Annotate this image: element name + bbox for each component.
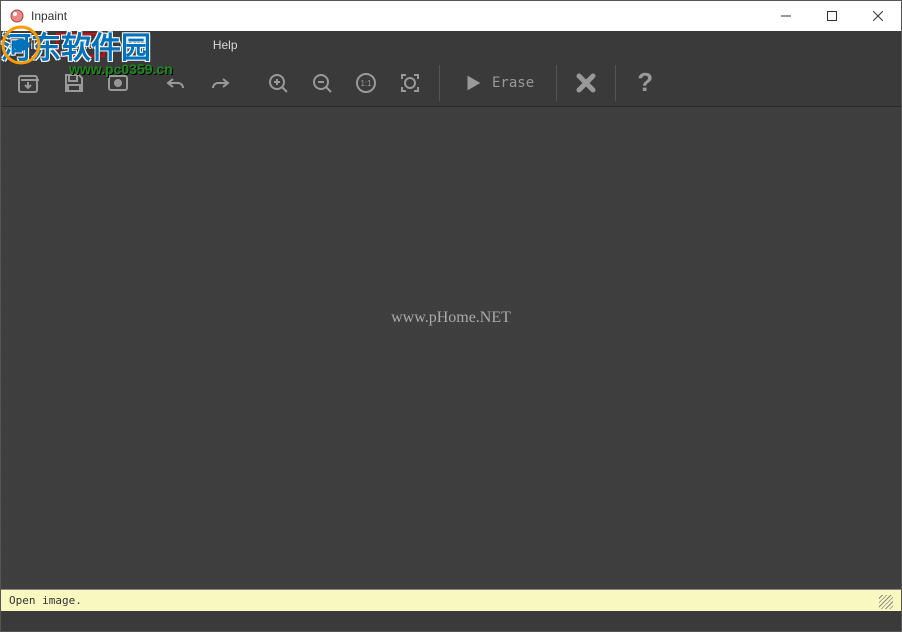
svg-text:1:1: 1:1	[360, 79, 372, 88]
minimize-button[interactable]	[763, 1, 809, 31]
statusbar: Open image.	[1, 589, 901, 611]
canvas-area[interactable]: www.pHome.NET	[1, 107, 901, 589]
save-button[interactable]	[53, 63, 95, 103]
toolbar-separator	[439, 65, 440, 101]
undo-button[interactable]	[155, 63, 197, 103]
zoom-fit-button[interactable]	[389, 63, 431, 103]
preview-button[interactable]	[97, 63, 139, 103]
erase-button[interactable]: Erase	[448, 63, 548, 103]
menubar: 河东软件园 www.pc0359.cn File Edit View Help	[1, 31, 901, 59]
titlebar: Inpaint	[1, 1, 901, 31]
erase-label: Erase	[492, 75, 534, 91]
menu-file[interactable]: File	[9, 33, 56, 57]
canvas-watermark: www.pHome.NET	[391, 309, 511, 327]
bottom-bar	[1, 611, 901, 631]
maximize-button[interactable]	[809, 1, 855, 31]
help-button[interactable]: ?	[624, 63, 666, 103]
menu-edit[interactable]: Edit	[56, 33, 105, 57]
toolbar-separator	[556, 65, 557, 101]
toolbar-separator	[615, 65, 616, 101]
app-window: Inpaint 河东软件园 www.pc0359.cn File Edit Vi…	[0, 0, 902, 632]
menu-view[interactable]: View	[105, 33, 159, 57]
close-button[interactable]	[855, 1, 901, 31]
window-controls	[763, 1, 901, 31]
zoom-out-button[interactable]	[301, 63, 343, 103]
toolbar: 1:1 Erase ?	[1, 59, 901, 107]
resize-grip[interactable]	[879, 595, 893, 609]
app-icon	[9, 8, 25, 24]
cancel-button[interactable]	[565, 63, 607, 103]
menu-help[interactable]: Help	[199, 33, 252, 57]
status-text: Open image.	[9, 594, 879, 607]
window-title: Inpaint	[31, 9, 763, 23]
open-button[interactable]	[9, 63, 51, 103]
zoom-actual-button[interactable]: 1:1	[345, 63, 387, 103]
redo-button[interactable]	[199, 63, 241, 103]
zoom-in-button[interactable]	[257, 63, 299, 103]
